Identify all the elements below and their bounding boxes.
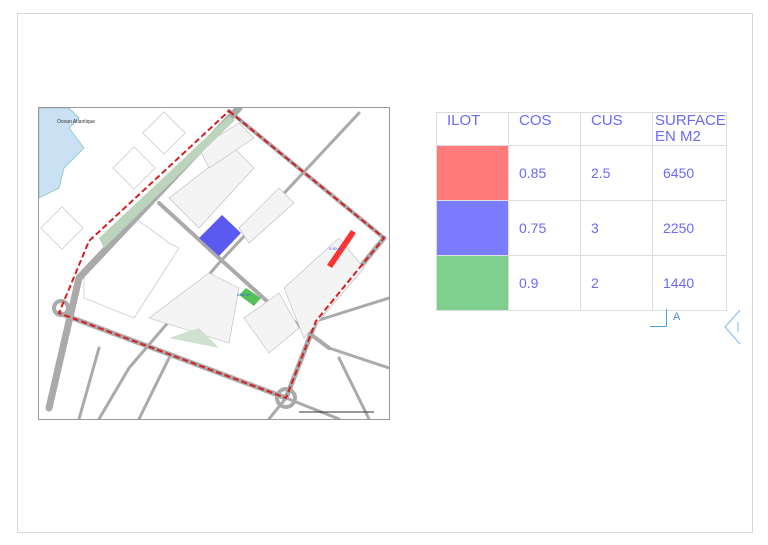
cos-value: 0.85 [508,145,581,201]
surface-value: 6450 [652,145,727,201]
ilot-swatch-blue [436,200,509,256]
plot-label-red: 0.50 m² [329,246,343,251]
header-cus: CUS [580,112,653,146]
cos-value: 0.75 [508,200,581,256]
cos-value: 0.9 [508,255,581,311]
plot-label-green: 0.54 m² [237,292,251,297]
header-ilot: ILOT [436,112,509,146]
drawing-sheet: Ocean Atlantique 0.54 m² 0.50 m² ILOT CO… [0,0,768,545]
cus-value: 2 [580,255,653,311]
table-row: 0.9 2 1440 [436,255,727,311]
surface-value: 2250 [652,200,727,256]
surface-value: 1440 [652,255,727,311]
ocean-label: Ocean Atlantique [57,119,95,125]
ilot-table: ILOT COS CUS SURFACE EN M2 0.85 2.5 6450… [436,112,727,311]
ilot-swatch-red [436,145,509,201]
header-surface: SURFACE EN M2 [652,112,727,146]
header-cos: COS [508,112,581,146]
view-arrow-icon [724,309,741,345]
section-marker [650,309,667,327]
section-marker-label: A [673,311,681,323]
cus-value: 2.5 [580,145,653,201]
table-row: 0.75 3 2250 [436,200,727,256]
ilot-swatch-green [436,255,509,311]
table-row: 0.85 2.5 6450 [436,145,727,201]
cus-value: 3 [580,200,653,256]
urban-plan-map: Ocean Atlantique 0.54 m² 0.50 m² [38,104,391,421]
